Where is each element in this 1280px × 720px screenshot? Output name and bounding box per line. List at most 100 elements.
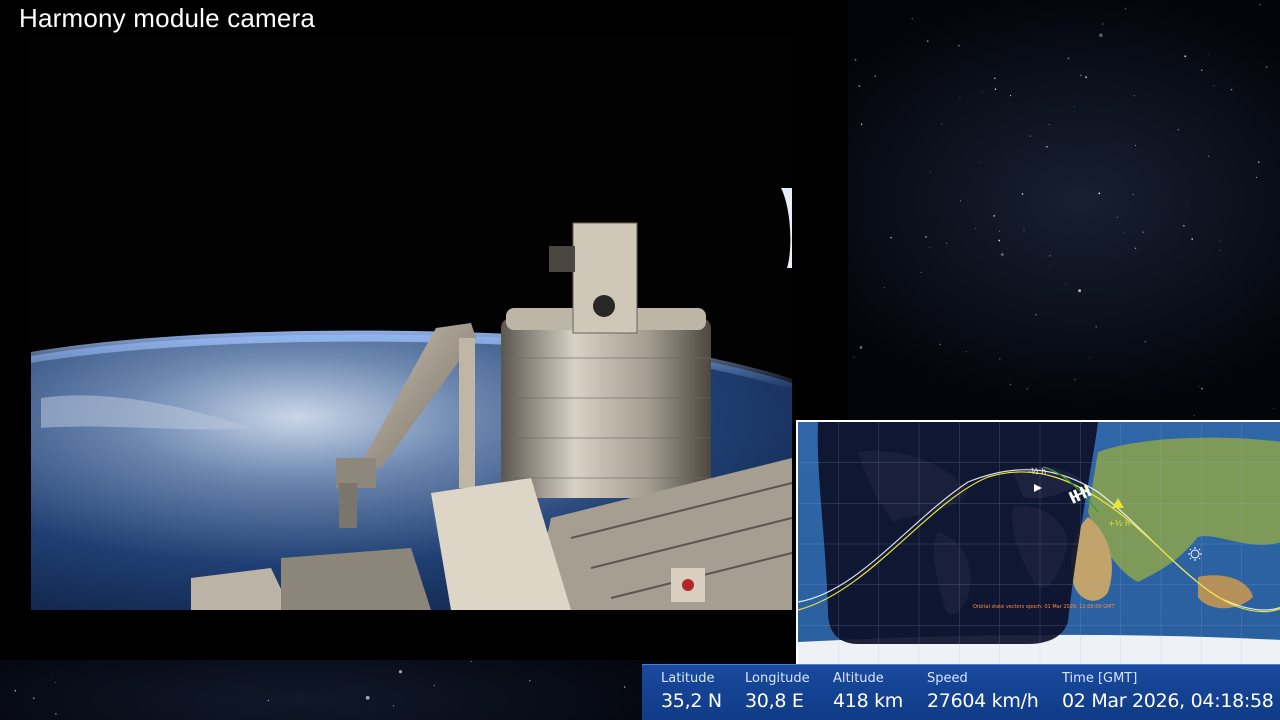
star	[1219, 250, 1221, 252]
time-field: Time [GMT] 02 Mar 2026, 04:18:58	[1062, 671, 1274, 712]
star	[1256, 176, 1257, 178]
star	[51, 677, 53, 678]
camera-title: Harmony module camera	[19, 3, 316, 33]
star	[1073, 106, 1075, 108]
star	[1183, 224, 1185, 227]
star	[920, 271, 922, 273]
star	[993, 215, 995, 217]
speed-field: Speed 27604 km/h	[927, 671, 1039, 712]
time-value: 02 Mar 2026, 04:18:58	[1062, 690, 1274, 712]
star	[874, 75, 876, 77]
star	[993, 77, 996, 80]
star	[911, 18, 913, 20]
star	[996, 333, 998, 335]
star	[14, 690, 17, 692]
star	[1265, 66, 1268, 68]
star	[965, 351, 967, 353]
longitude-value: 30,8 E	[745, 690, 804, 712]
latitude-label: Latitude	[661, 671, 715, 686]
star	[853, 356, 855, 358]
star	[470, 660, 472, 663]
robotic-arm-upright	[459, 338, 475, 488]
iss-live-viewer: Harmony module camera -½ h +½ h Orbital …	[0, 0, 1280, 720]
star	[1099, 33, 1103, 37]
latitude-value: 35,2 N	[661, 690, 722, 712]
altitude-label: Altitude	[833, 671, 884, 686]
star	[1230, 88, 1233, 91]
star	[1213, 85, 1215, 87]
star	[1134, 247, 1137, 249]
star	[1142, 231, 1144, 233]
star	[398, 670, 403, 674]
star	[1049, 255, 1051, 257]
star	[1065, 283, 1067, 285]
star	[926, 40, 929, 43]
star	[1010, 95, 1012, 97]
star	[1124, 232, 1125, 234]
mast-side-box	[549, 246, 575, 272]
star	[946, 242, 947, 244]
star	[982, 91, 983, 93]
altitude-field: Altitude 418 km	[833, 671, 903, 712]
star	[267, 699, 270, 702]
star	[1273, 407, 1274, 409]
speed-value: 27604 km/h	[927, 690, 1039, 712]
star	[1023, 229, 1025, 231]
star	[1026, 388, 1028, 390]
longitude-field: Longitude 30,8 E	[745, 671, 810, 712]
star	[941, 123, 943, 125]
epoch-note: Orbital state vectors epoch: 01 Mar 2026…	[973, 604, 1115, 610]
star	[1187, 205, 1189, 207]
star	[1046, 146, 1048, 148]
star	[1102, 23, 1104, 25]
star	[1098, 192, 1101, 195]
robotic-arm-end-effector	[339, 483, 357, 528]
speed-label: Speed	[927, 671, 968, 686]
flag-patch-disc	[682, 579, 694, 591]
star	[1201, 69, 1203, 71]
star	[365, 695, 370, 700]
star	[958, 45, 960, 47]
star	[959, 200, 962, 202]
star	[978, 161, 980, 163]
star	[1135, 144, 1137, 146]
star	[1177, 129, 1179, 131]
time-label: Time [GMT]	[1062, 671, 1138, 686]
star	[1124, 8, 1127, 10]
star	[1258, 161, 1260, 163]
star	[529, 679, 531, 682]
star	[1201, 387, 1203, 390]
camera-feed[interactable]	[31, 38, 792, 610]
star	[433, 684, 435, 686]
star	[1078, 289, 1081, 293]
star	[1133, 95, 1135, 97]
star	[1067, 57, 1070, 60]
star	[1049, 265, 1051, 267]
ground-track-map[interactable]: -½ h +½ h Orbital state vectors epoch: 0…	[796, 420, 1280, 664]
star	[54, 682, 56, 684]
star	[1198, 385, 1200, 387]
world-map: -½ h +½ h Orbital state vectors epoch: 0…	[798, 422, 1280, 664]
station-bottom-hardware-center	[281, 548, 431, 610]
star	[1208, 53, 1209, 55]
star	[925, 236, 927, 238]
star	[854, 58, 857, 61]
star	[998, 239, 1001, 242]
star	[1074, 379, 1076, 381]
star	[1009, 383, 1012, 386]
star	[858, 85, 861, 87]
star	[1095, 326, 1097, 328]
star	[859, 346, 863, 349]
star	[1259, 3, 1261, 6]
marker-plus-half-hour: +½ h	[1108, 519, 1130, 528]
star	[1193, 415, 1195, 416]
star	[930, 171, 931, 173]
star	[1184, 55, 1187, 58]
latitude-field: Latitude 35,2 N	[661, 671, 722, 712]
star	[860, 123, 863, 126]
star	[1191, 238, 1194, 240]
star	[393, 705, 395, 707]
star	[883, 287, 885, 289]
star	[999, 358, 1001, 360]
mast-lens	[593, 295, 615, 317]
